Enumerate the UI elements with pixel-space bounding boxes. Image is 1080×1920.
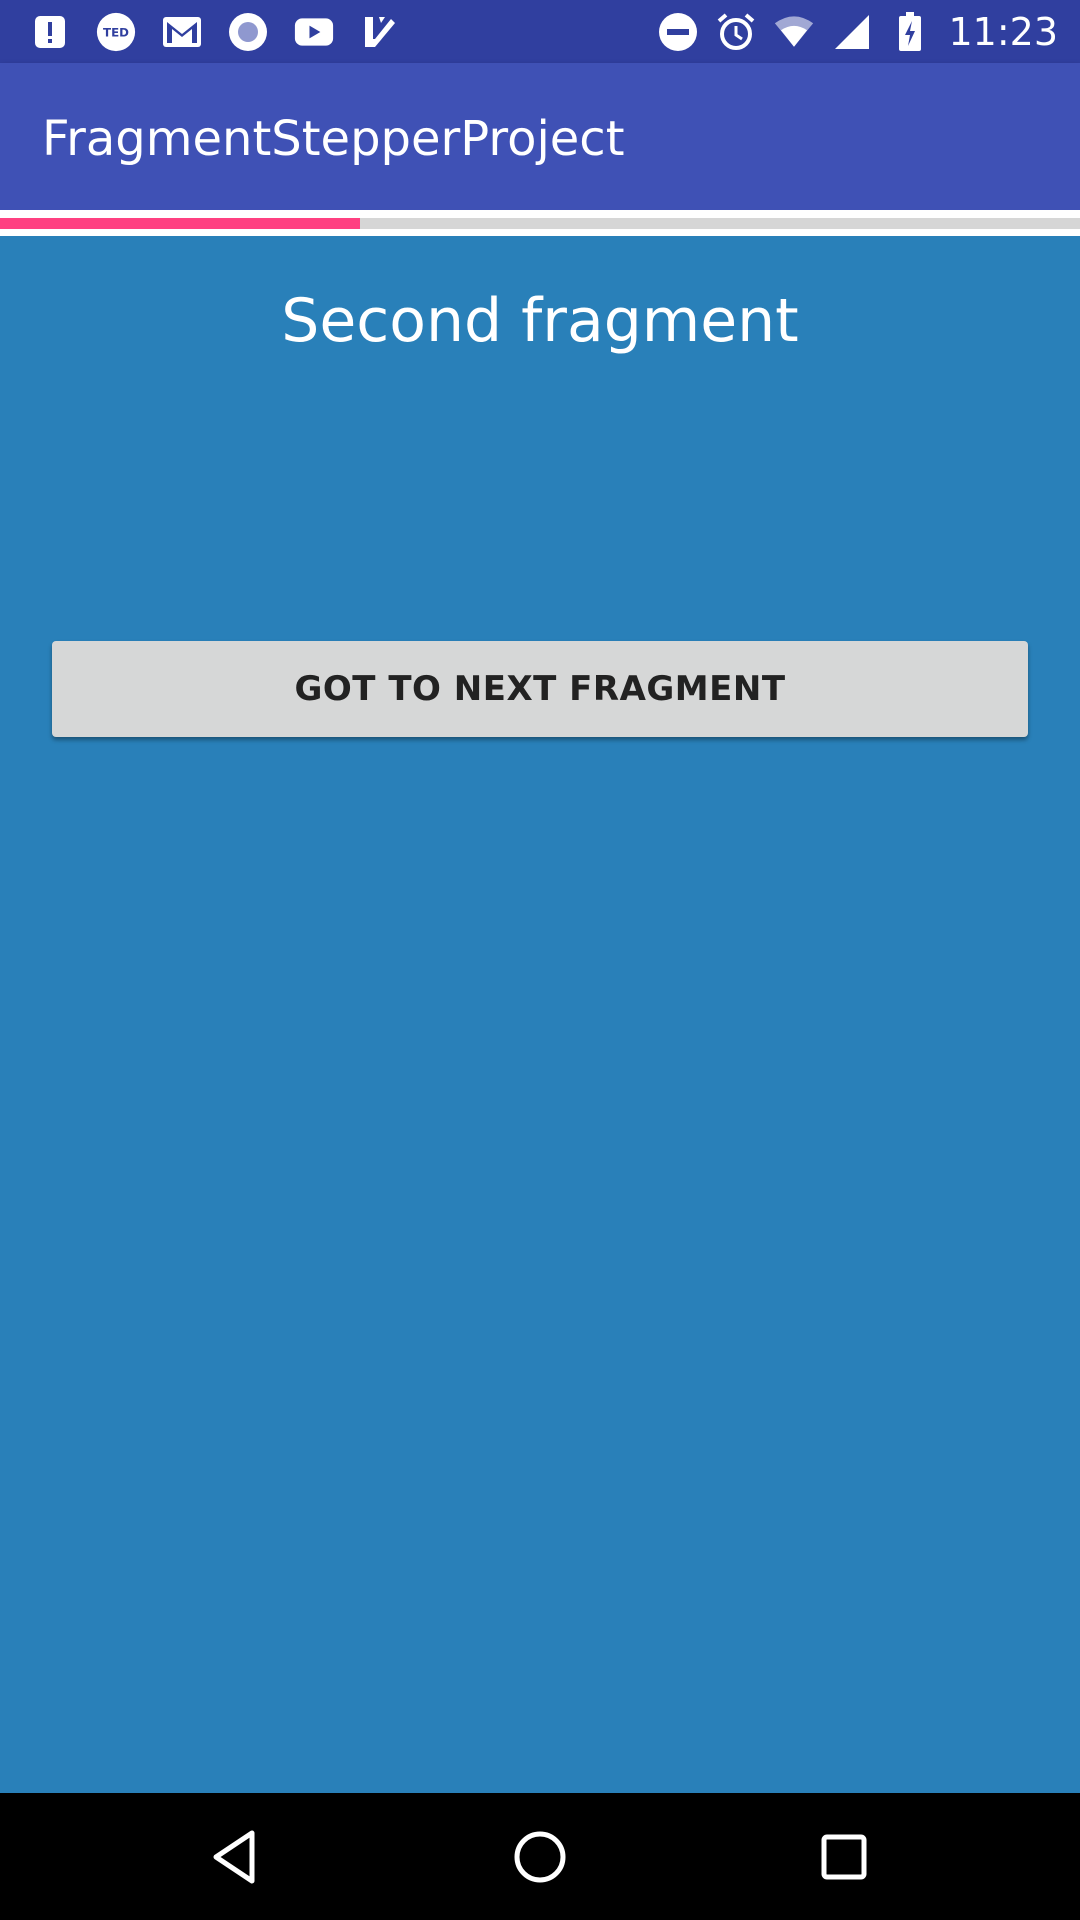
alarm-icon [716, 12, 756, 52]
youtube-icon [294, 12, 334, 52]
gmail-icon [162, 12, 202, 52]
notification-icons: TED [0, 12, 400, 52]
system-status-icons: 11:23 [658, 10, 1080, 54]
battery-charging-icon [890, 11, 930, 52]
fragment-container: Second fragment GOT TO NEXT FRAGMENT [0, 236, 1080, 1793]
navigation-bar [0, 1793, 1080, 1920]
app-bar: FragmentStepperProject [0, 63, 1080, 210]
circle-app-icon [228, 12, 268, 52]
signal-icon [832, 12, 872, 52]
do-not-disturb-icon [658, 12, 698, 52]
status-bar: TED 11:23 [0, 0, 1080, 63]
ted-icon: TED [96, 12, 136, 52]
next-fragment-button[interactable]: GOT TO NEXT FRAGMENT [52, 641, 1028, 737]
app-title: FragmentStepperProject [42, 111, 625, 167]
home-icon[interactable] [504, 1821, 576, 1893]
stepper-progress [0, 210, 1080, 236]
tasks-check-icon [360, 12, 400, 52]
fragment-title: Second fragment [281, 286, 799, 356]
wifi-icon [774, 12, 814, 52]
recents-icon[interactable] [808, 1821, 880, 1893]
clock: 11:23 [948, 9, 1058, 54]
stepper-progress-fill [0, 218, 360, 229]
back-icon[interactable] [200, 1821, 272, 1893]
alert-icon [30, 12, 70, 52]
svg-text:TED: TED [103, 25, 129, 39]
stepper-progress-track [0, 218, 1080, 229]
